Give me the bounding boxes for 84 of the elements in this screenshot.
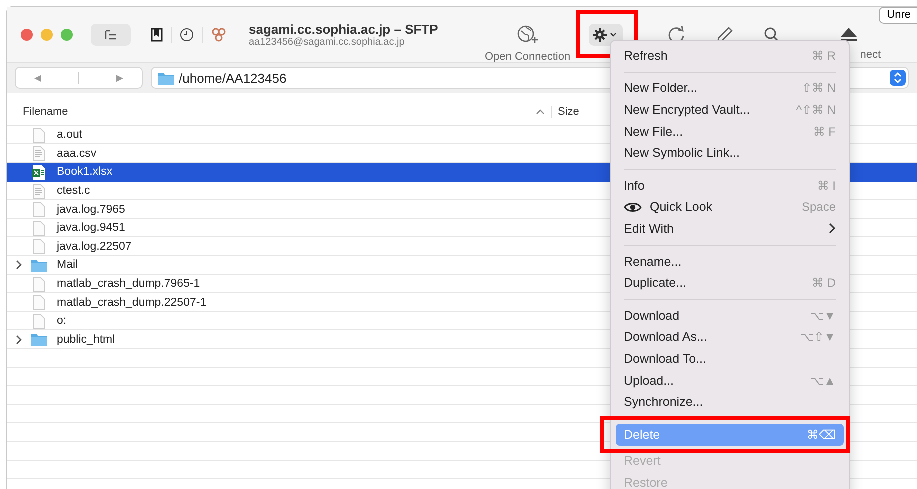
file-row[interactable]: ctest.c [7, 182, 605, 200]
file-row[interactable]: Book1.xlsx [7, 163, 605, 182]
action-menu-button[interactable] [588, 24, 623, 46]
menu-item[interactable]: Quick Look Space [616, 196, 844, 218]
folder-icon [31, 258, 47, 272]
network-icon[interactable] [211, 26, 227, 42]
menu-item[interactable]: Download As... ⌥⇧▼ [616, 326, 844, 348]
file-name: java.log.7965 [57, 204, 126, 216]
file-name: aaa.csv [57, 148, 97, 160]
file-row[interactable]: java.log.7965 [7, 200, 605, 219]
file-row[interactable]: a.out [7, 126, 605, 145]
file-name: a.out [57, 129, 83, 142]
column-header[interactable]: Size [551, 106, 580, 118]
menu-item[interactable]: Duplicate... ⌘ D [616, 272, 844, 294]
open-connection-button[interactable]: Open Connection [485, 24, 571, 62]
gear-icon [592, 28, 619, 42]
dropdown-stepper-icon[interactable] [890, 70, 906, 86]
file-name: ctest.c [57, 185, 90, 198]
shortcut-text: ⌥▼ [810, 308, 836, 323]
file-icon [31, 202, 47, 218]
search-icon[interactable] [764, 26, 780, 42]
menu-item[interactable]: Upload... ⌥▲ [616, 370, 844, 392]
spreadsheet-file-icon [31, 164, 47, 180]
file-icon [31, 220, 47, 236]
shortcut-text: ⌘ I [817, 178, 836, 193]
file-icon [31, 239, 47, 254]
menu-item[interactable]: Synchronize... [616, 391, 844, 413]
menu-item[interactable]: Download ⌥▼ [616, 304, 844, 327]
window-title: sagami.cc.sophia.ac.jp – SFTP [249, 22, 440, 36]
eye-icon [624, 202, 642, 213]
path-text: /uhome/AA123456 [179, 70, 288, 86]
submenu-chevron-icon [829, 223, 836, 234]
file-row[interactable]: public_html [7, 330, 605, 350]
disclosure-chevron-icon[interactable] [16, 334, 22, 345]
bookmark-icon[interactable] [151, 28, 163, 42]
shortcut-text: ⌘ R [812, 48, 836, 63]
outline-view-button[interactable] [91, 24, 131, 46]
sort-ascending-icon [536, 109, 545, 115]
shortcut-text: ⌥▲ [810, 374, 836, 388]
toolbar-button[interactable]: Unre [879, 7, 917, 24]
menu-item[interactable]: New Symbolic Link... [616, 142, 844, 164]
menu-item[interactable]: Info ⌘ I [616, 174, 844, 197]
file-name: Mail [57, 259, 78, 272]
file-name: public_html [57, 334, 116, 346]
file-icon [31, 276, 47, 292]
file-row[interactable]: aaa.csv [7, 144, 605, 164]
file-icon [31, 128, 47, 143]
menu-item[interactable]: New File... ⌘ F [616, 120, 844, 142]
menu-item[interactable]: Rename... [616, 250, 844, 272]
file-row[interactable]: java.log.9451 [7, 218, 605, 238]
globe-plus-icon [516, 24, 539, 44]
file-name: Book1.xlsx [57, 166, 113, 178]
shortcut-text: Space [802, 200, 836, 214]
file-icon [31, 314, 47, 329]
folder-icon [31, 333, 47, 346]
file-row[interactable]: matlab_crash_dump.7965-1 [7, 274, 605, 294]
text-file-icon [31, 146, 47, 162]
shortcut-text: ⌘ F [813, 124, 836, 139]
file-row[interactable]: java.log.22507 [7, 238, 605, 256]
file-name: o: [57, 315, 67, 328]
menu-item[interactable]: Download To... [616, 348, 844, 370]
text-file-icon [31, 184, 47, 199]
folder-icon [158, 72, 174, 84]
shortcut-text: ⌘ D [812, 276, 836, 290]
file-row[interactable]: o: [7, 312, 605, 331]
shortcut-text: ^⇧⌘ N [796, 102, 836, 117]
file-name: matlab_crash_dump.22507-1 [57, 296, 207, 309]
file-row[interactable]: Mail [7, 256, 605, 275]
menu-item[interactable]: Edit With [616, 218, 844, 240]
file-name: matlab_crash_dump.7965-1 [57, 278, 200, 290]
column-header[interactable]: Filename [23, 106, 536, 118]
file-icon [31, 295, 47, 310]
close-button[interactable] [21, 28, 33, 40]
shortcut-text: ⌥⇧▼ [800, 330, 836, 344]
clock-icon[interactable] [180, 28, 194, 42]
outline-icon [104, 28, 118, 40]
shortcut-text: ⌘⌫ [807, 428, 836, 442]
file-name: java.log.9451 [57, 222, 126, 234]
menu-item[interactable]: New Encrypted Vault... ^⇧⌘ N [616, 99, 844, 121]
window-subtitle: aa123456@sagami.cc.sophia.ac.jp [249, 36, 406, 48]
file-name: java.log.22507 [57, 240, 132, 253]
eject-icon [839, 26, 860, 42]
disclosure-chevron-icon[interactable] [16, 260, 22, 270]
file-row[interactable]: matlab_crash_dump.22507-1 [7, 293, 605, 312]
